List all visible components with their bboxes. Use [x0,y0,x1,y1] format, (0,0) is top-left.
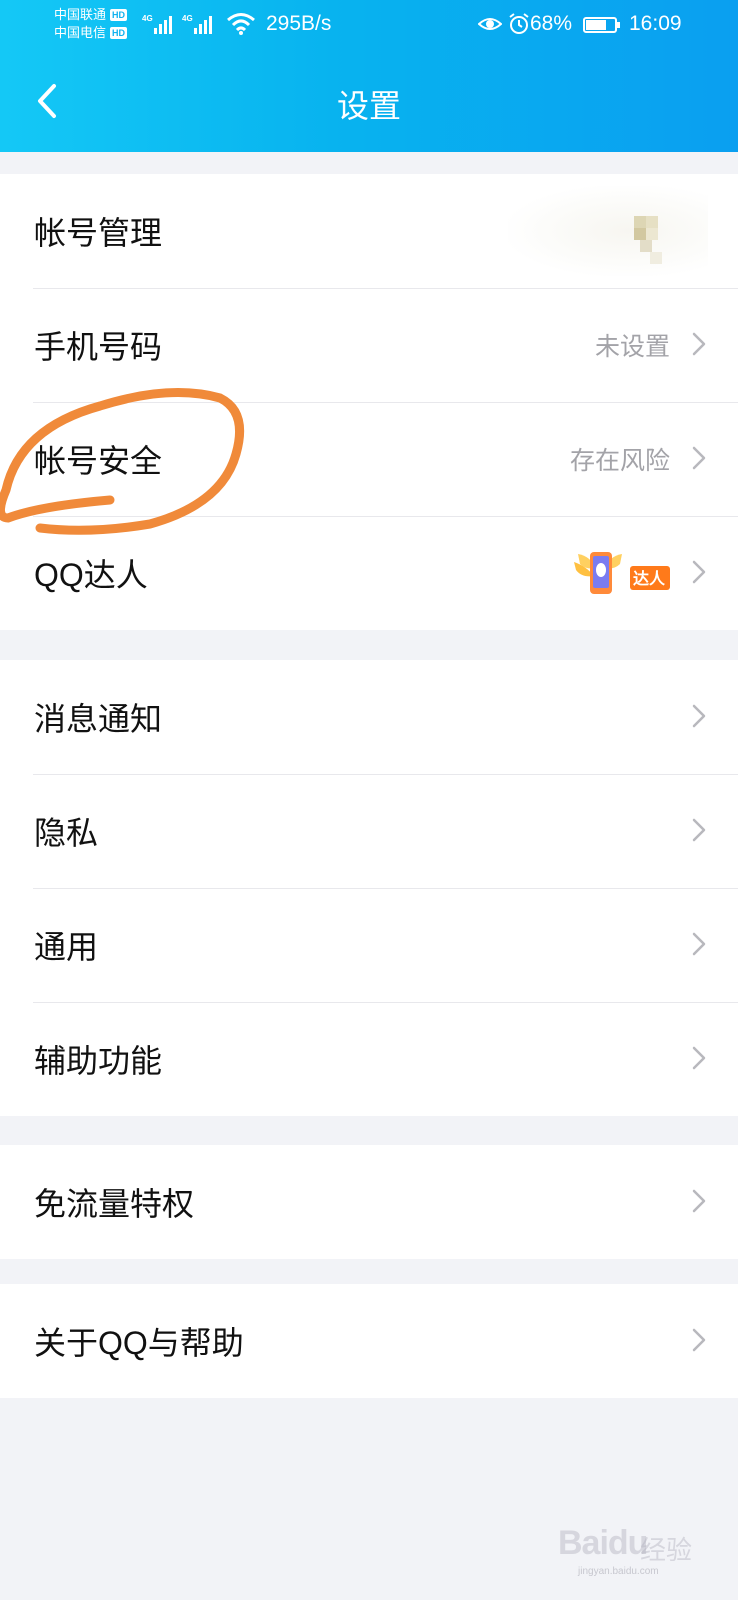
row-label: 手机号码 [34,329,163,365]
network-type-1: 4G [142,14,153,23]
page-title: 设置 [336,88,401,124]
carrier-1-label: 中国联通 [54,7,107,22]
account-avatar [508,186,708,276]
settings-group-account: 帐号管理 手机号码 未设置 帐号安全 存在风险 QQ达人 达人 [0,174,738,630]
row-label: 免流量特权 [34,1186,195,1222]
settings-row-free-data[interactable]: 免流量特权 [0,1145,738,1259]
carrier-2-label: 中国电信 [54,25,107,40]
chevron-right-icon [692,818,706,842]
watermark-url: jingyan.baidu.com [578,1566,659,1577]
row-label: 隐私 [34,815,99,851]
settings-row-account-security[interactable]: 帐号安全 存在风险 [0,402,738,516]
hd-badge-1: HD [110,9,128,21]
row-label: 关于QQ与帮助 [34,1325,244,1361]
settings-row-general[interactable]: 通用 [0,888,738,1002]
alarm-icon [509,13,529,34]
qq-master-badge-text: 达人 [633,569,666,588]
status-bar: 中国联通 HD 中国电信 HD 4G 4G 295B/s 68% 16:09 [0,0,738,52]
watermark-brand: Baidu [558,1524,648,1562]
row-label: 通用 [34,929,99,965]
row-value: 存在风险 [569,447,670,475]
settings-row-about-help[interactable]: 关于QQ与帮助 [0,1284,738,1398]
row-label: 帐号管理 [34,215,163,251]
settings-group-free-data: 免流量特权 [0,1145,738,1259]
row-label: 辅助功能 [34,1043,163,1079]
title-bar: 中国联通 HD 中国电信 HD 4G 4G 295B/s 68% 16:09 设… [0,0,738,152]
row-label: 消息通知 [34,701,163,737]
chevron-right-icon [692,1046,706,1070]
qq-master-badge-icon: 达人 [574,552,670,594]
settings-group-general: 消息通知 隐私 通用 辅助功能 [0,660,738,1116]
chevron-right-icon [692,932,706,956]
eye-icon [478,18,502,30]
settings-row-accessibility[interactable]: 辅助功能 [0,1002,738,1116]
chevron-right-icon [692,332,706,356]
watermark: Baidu 经验 jingyan.baidu.com [548,1500,698,1580]
clock: 16:09 [629,12,682,35]
settings-row-qq-master[interactable]: QQ达人 达人 [0,516,738,630]
settings-row-privacy[interactable]: 隐私 [0,774,738,888]
signal-1-icon: 4G [142,14,174,34]
battery-icon [583,17,620,33]
chevron-right-icon [692,704,706,728]
chevron-right-icon [692,446,706,470]
row-value: 未设置 [594,333,670,361]
settings-group-about: 关于QQ与帮助 [0,1284,738,1398]
network-type-2: 4G [182,14,193,23]
carrier-info: 中国联通 HD 中国电信 HD [54,6,128,42]
watermark-brand-cn: 经验 [640,1535,693,1565]
signal-2-icon: 4G [182,14,214,34]
row-label: QQ达人 [34,557,148,593]
settings-row-notifications[interactable]: 消息通知 [0,660,738,774]
chevron-right-icon [692,560,706,584]
row-label: 帐号安全 [34,443,163,479]
chevron-right-icon [692,1328,706,1352]
settings-row-account-management[interactable]: 帐号管理 [0,174,738,288]
chevron-right-icon [692,1189,706,1213]
battery-percent: 68% [530,12,573,35]
net-speed: 295B/s [266,12,332,35]
hd-badge-2: HD [110,27,128,39]
wifi-icon [227,13,255,35]
settings-row-phone-number[interactable]: 手机号码 未设置 [0,288,738,402]
